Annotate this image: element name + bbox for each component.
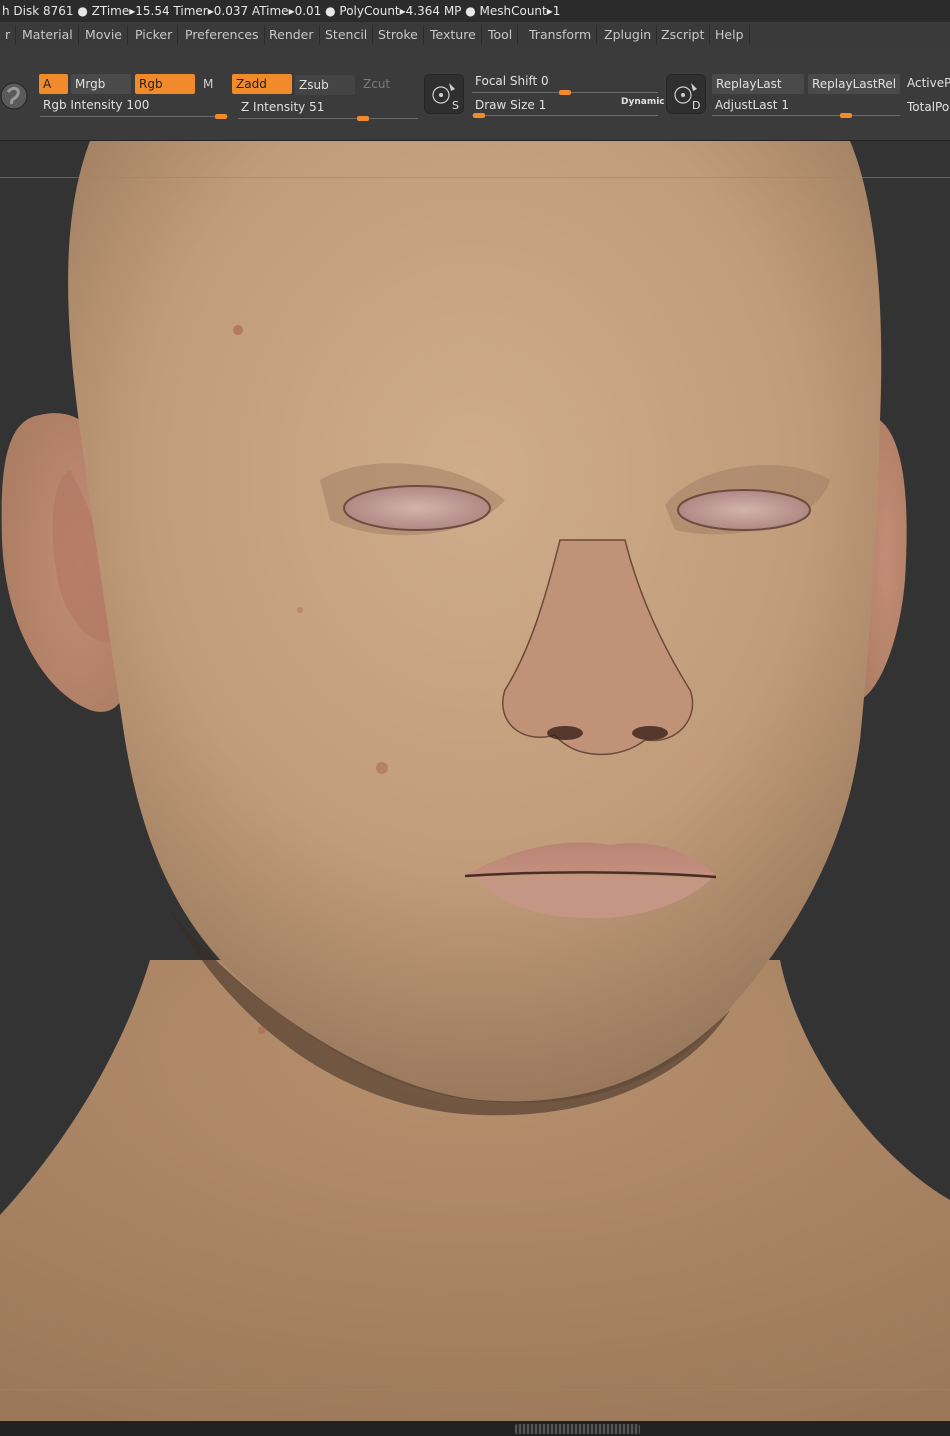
menu-item-stroke[interactable]: Stroke: [373, 25, 424, 45]
skin-blemish: [233, 325, 243, 335]
menu-item-render-partial[interactable]: r: [0, 25, 17, 45]
canvas-frame-bottom: [0, 1389, 950, 1390]
right-eye: [677, 489, 811, 531]
focal-shift-curve-icon[interactable]: S: [424, 74, 464, 114]
menu-bar: r Material Movie Picker Preferences Rend…: [0, 22, 950, 48]
adjustlast-knob[interactable]: [840, 113, 852, 118]
menu-item-zplugin[interactable]: Zplugin: [599, 25, 658, 45]
adjustlast-label: AdjustLast 1: [715, 98, 789, 112]
active-points-label: ActivePo: [907, 76, 950, 90]
left-nostril: [547, 726, 583, 740]
replaylastrel-button[interactable]: ReplayLastRel: [808, 74, 900, 94]
menu-item-help[interactable]: Help: [710, 25, 750, 45]
menu-item-picker[interactable]: Picker: [130, 25, 179, 45]
draw-size-curve-icon[interactable]: D: [666, 74, 706, 114]
status-text: h Disk 8761 ● ZTime▸15.54 Timer▸0.037 AT…: [2, 4, 561, 18]
rgb-intensity-track[interactable]: [40, 116, 228, 117]
z-intensity-knob[interactable]: [357, 116, 369, 121]
adjustlast-track[interactable]: [712, 115, 900, 116]
head-sculpt-render: [0, 141, 950, 1421]
menu-item-zscript[interactable]: Zscript: [656, 25, 711, 45]
zsub-button[interactable]: Zsub: [295, 75, 355, 95]
draw-size-track[interactable]: [472, 115, 658, 116]
left-eye: [343, 485, 491, 531]
mrgb-button[interactable]: Mrgb: [71, 74, 131, 94]
menu-item-material[interactable]: Material: [17, 25, 79, 45]
rgb-intensity-knob[interactable]: [215, 114, 227, 119]
top-shelf: A Mrgb Rgb M Rgb Intensity 100 Zadd Zsub…: [0, 48, 950, 141]
menu-item-render[interactable]: Render: [264, 25, 320, 45]
d-icon-letter: D: [692, 99, 700, 112]
bottom-tray: [0, 1421, 950, 1436]
document-canvas[interactable]: [0, 141, 950, 1421]
material-sphere-icon[interactable]: [0, 80, 30, 112]
head-shape: [68, 141, 882, 1103]
menu-item-texture[interactable]: Texture: [425, 25, 482, 45]
draw-size-knob[interactable]: [473, 113, 485, 118]
z-intensity-label: Z Intensity 51: [241, 100, 325, 114]
rgb-intensity-label: Rgb Intensity 100: [43, 98, 150, 112]
skin-blemish: [297, 607, 303, 613]
canvas-frame-top: [0, 177, 950, 178]
s-icon-letter: S: [452, 99, 459, 112]
tray-handle-icon[interactable]: [515, 1424, 640, 1434]
focal-shift-label: Focal Shift 0: [475, 74, 549, 88]
right-nostril: [632, 726, 668, 740]
skin-blemish: [258, 1026, 266, 1034]
a-toggle-button[interactable]: A: [39, 74, 68, 94]
m-button[interactable]: M: [199, 74, 223, 94]
total-points-label: TotalPo: [907, 100, 950, 114]
menu-item-transform[interactable]: Transform: [524, 25, 598, 45]
draw-size-label: Draw Size 1: [475, 98, 547, 112]
menu-item-movie[interactable]: Movie: [80, 25, 128, 45]
z-intensity-track[interactable]: [238, 118, 418, 119]
menu-item-tool[interactable]: Tool: [483, 25, 519, 45]
menu-item-stencil[interactable]: Stencil: [320, 25, 374, 45]
focal-shift-knob[interactable]: [559, 90, 571, 95]
menu-item-preferences[interactable]: Preferences: [180, 25, 265, 45]
rgb-button[interactable]: Rgb: [135, 74, 195, 94]
status-bar: h Disk 8761 ● ZTime▸15.54 Timer▸0.037 AT…: [0, 0, 950, 22]
zadd-button[interactable]: Zadd: [232, 74, 292, 94]
dynamic-label[interactable]: Dynamic: [621, 97, 665, 107]
zcut-button[interactable]: Zcut: [359, 74, 409, 94]
replaylast-button[interactable]: ReplayLast: [712, 74, 804, 94]
skin-blemish: [376, 762, 388, 774]
